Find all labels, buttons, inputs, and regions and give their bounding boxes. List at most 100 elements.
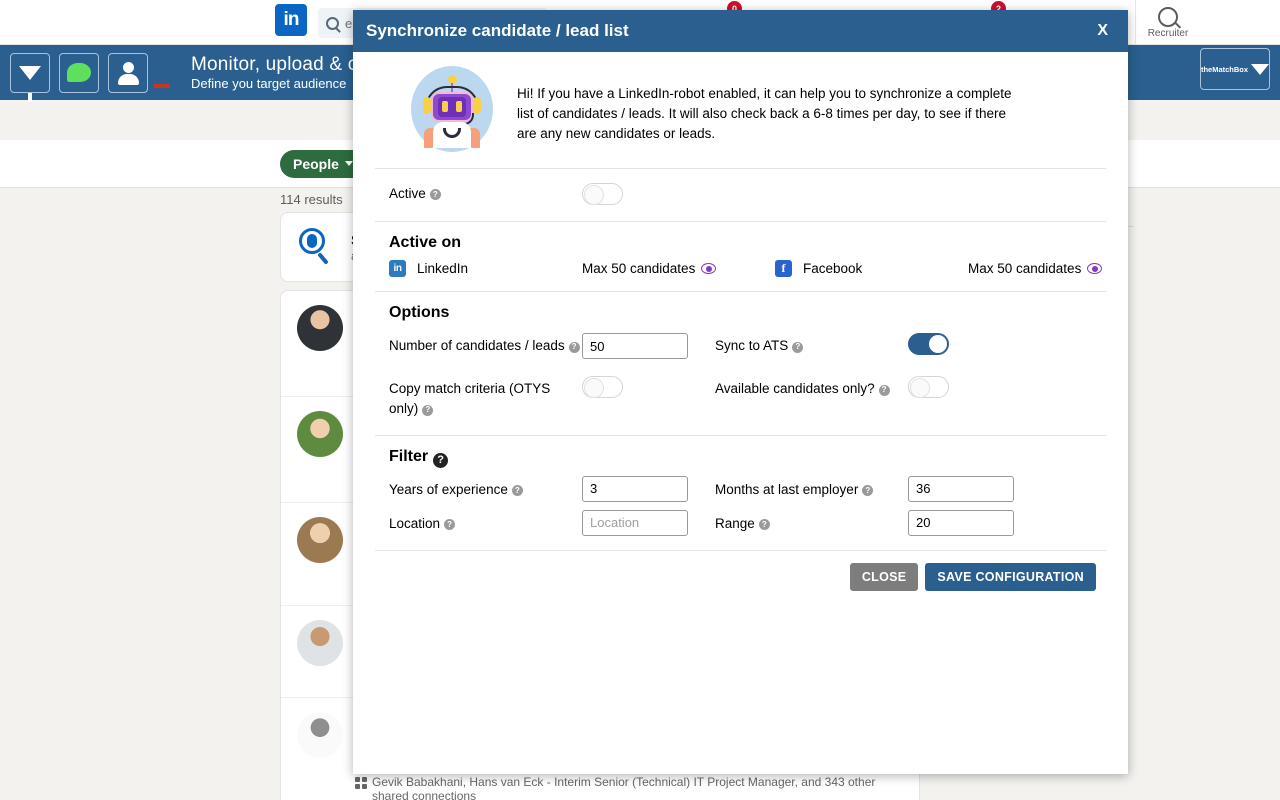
chat-icon-box[interactable] [59,53,99,93]
funnel-icon-box[interactable] [10,53,50,93]
avatar [297,411,343,457]
help-icon[interactable]: ? [569,342,580,353]
person-icon-box[interactable] [108,53,148,93]
sync-candidate-modal: Synchronize candidate / lead list X Hi! … [353,10,1128,774]
location-input[interactable] [582,510,688,536]
available-only-cell [908,373,1041,398]
red-dash-decoration [154,84,170,88]
copy-match-label-wrap: Copy match criteria (OTYS only)? [389,373,582,419]
options-grid: Number of candidates / leads? Sync to AT… [375,330,1106,436]
promo-subline: Define you target audience [191,76,368,91]
chevron-down-icon [1251,64,1269,75]
active-on-row: in LinkedIn Max 50 candidates f Facebook… [375,260,1106,292]
years-of-experience-label: Years of experience [389,482,508,497]
range-cell [908,510,1041,536]
modal-title: Synchronize candidate / lead list [366,21,629,41]
robot-avatar-icon [411,66,493,152]
help-icon[interactable]: ? [430,189,441,200]
eye-icon[interactable] [1087,263,1102,274]
results-count: 114 results [280,192,343,207]
active-on-heading: Active on [375,222,1106,260]
location-label-wrap: Location? [389,510,582,536]
recruiter-icon [1158,7,1178,27]
active-row: Active? [375,169,1106,222]
active-toggle[interactable] [582,183,623,205]
sync-to-ats-cell [908,330,1041,355]
years-cell [582,476,715,502]
help-icon[interactable]: ? [862,485,873,496]
filter-heading-wrap: Filter? [375,436,1106,476]
recruiter-entry[interactable]: Recruiter [1135,0,1200,45]
years-of-experience-input[interactable] [582,476,688,502]
help-icon[interactable]: ? [444,519,455,530]
months-label-wrap: Months at last employer? [715,476,908,502]
search-icon [326,17,339,30]
copy-match-cell [582,373,715,398]
eye-icon[interactable] [701,263,716,274]
sync-to-ats-label-wrap: Sync to ATS? [715,330,908,356]
funnel-icon [19,66,41,80]
channel-name: LinkedIn [417,261,468,276]
modal-header: Synchronize candidate / lead list X [353,10,1128,52]
sync-to-ats-toggle[interactable] [908,333,949,355]
range-input[interactable] [908,510,1014,536]
filter-heading: Filter [389,448,428,465]
person-icon [116,61,140,85]
recruiter-label: Recruiter [1148,28,1189,39]
intro-section: Hi! If you have a LinkedIn-robot enabled… [375,52,1106,169]
linkedin-max-candidates: Max 50 candidates [582,261,775,276]
person-connections-full: Gevik Babakhani, Hans van Eck - Interim … [355,775,903,800]
channel-name: Facebook [803,261,862,276]
connections-icon [355,777,367,789]
help-icon[interactable]: ? [433,453,448,468]
help-icon[interactable]: ? [879,385,890,396]
thematchbox-logo: theMatchBox [1201,65,1248,74]
facebook-icon: f [775,260,792,277]
help-icon[interactable]: ? [422,405,433,416]
available-only-toggle[interactable] [908,376,949,398]
close-icon[interactable]: X [1091,20,1114,42]
number-of-candidates-input[interactable] [582,333,688,359]
chat-bubble-icon [67,63,91,82]
sync-to-ats-label: Sync to ATS [715,338,788,353]
channel-facebook[interactable]: f Facebook [775,260,968,277]
help-icon[interactable]: ? [759,519,770,530]
intro-text: Hi! If you have a LinkedIn-robot enabled… [517,66,1027,152]
avatar [297,517,343,563]
help-icon[interactable]: ? [512,485,523,496]
copy-match-label: Copy match criteria (OTYS only) [389,381,550,416]
thematchbox-menu[interactable]: theMatchBox [1200,48,1270,90]
modal-body: Hi! If you have a LinkedIn-robot enabled… [353,52,1128,591]
max-label: Max 50 candidates [968,261,1081,276]
months-cell [908,476,1041,502]
range-label-wrap: Range? [715,510,908,536]
available-only-label-wrap: Available candidates only?? [715,373,908,399]
months-at-last-employer-label: Months at last employer [715,482,858,497]
filter-pill-label: People [293,156,339,172]
save-configuration-button[interactable]: SAVE CONFIGURATION [925,563,1096,591]
help-icon[interactable]: ? [792,342,803,353]
screen-root: People 114 results S a [0,0,1280,800]
number-of-candidates-label: Number of candidates / leads [389,338,565,353]
facebook-max-candidates: Max 50 candidates [968,261,1102,276]
modal-footer: CLOSE SAVE CONFIGURATION [375,551,1106,591]
months-at-last-employer-input[interactable] [908,476,1014,502]
years-label-wrap: Years of experience? [389,476,582,502]
active-label: Active [389,186,426,201]
options-heading: Options [375,292,1106,330]
channel-linkedin[interactable]: in LinkedIn [389,260,582,277]
location-cell [582,510,715,536]
linkedin-logo-icon[interactable]: in [275,4,307,36]
available-only-label: Available candidates only? [715,381,875,396]
max-label: Max 50 candidates [582,261,695,276]
range-label: Range [715,516,755,531]
copy-match-toggle[interactable] [582,376,623,398]
search-alert-icon [297,227,337,267]
close-button[interactable]: CLOSE [850,563,919,591]
filter-grid: Years of experience? Months at last empl… [375,476,1106,551]
avatar [297,305,343,351]
number-of-candidates-label-wrap: Number of candidates / leads? [389,330,582,356]
avatar [297,620,343,666]
connections-text: Gevik Babakhani, Hans van Eck - Interim … [372,775,903,800]
chevron-down-icon [345,161,353,166]
